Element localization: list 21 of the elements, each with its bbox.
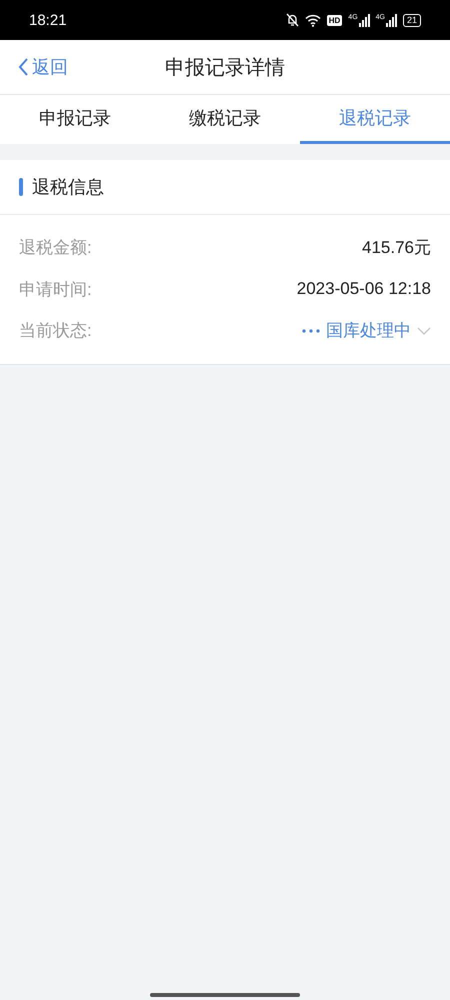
field-label: 退税金额: [19, 237, 92, 260]
chevron-down-icon[interactable] [417, 326, 431, 335]
clock-time: 18:21 [29, 12, 67, 28]
field-label: 当前状态: [19, 320, 92, 342]
field-label: 申请时间: [19, 278, 92, 301]
field-value: 2023-05-06 12:18 [296, 279, 431, 300]
tab[interactable]: 缴税记录 [150, 95, 300, 144]
hd-badge: HD [326, 14, 342, 26]
status-value: 国库处理中 [326, 320, 411, 342]
section-title: 退税信息 [32, 176, 104, 199]
back-button[interactable]: 返回 [0, 55, 68, 79]
wifi-icon [304, 14, 321, 26]
tab[interactable]: 退税记录 [300, 95, 450, 144]
page-title: 申报记录详情 [165, 56, 285, 80]
accent-bar [19, 178, 23, 196]
muted-bell-icon [286, 13, 299, 27]
chevron-left-icon [18, 57, 29, 77]
battery-indicator: 21 [402, 14, 421, 26]
ellipsis-icon [302, 328, 320, 333]
field-value: 415.76元 [362, 237, 431, 260]
tab[interactable]: 申报记录 [0, 95, 150, 144]
